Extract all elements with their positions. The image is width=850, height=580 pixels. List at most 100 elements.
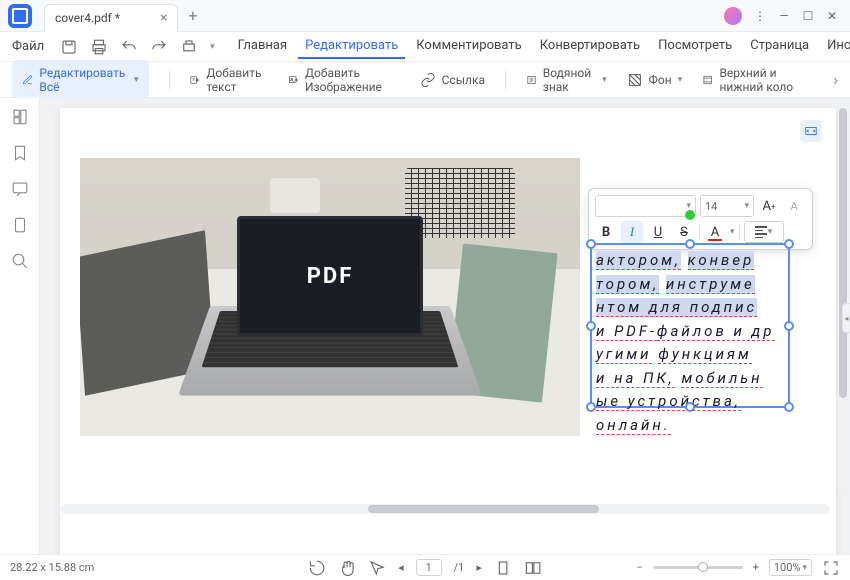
edit-all-label: Редактировать Всё (39, 66, 128, 94)
maximize-icon[interactable]: ☐ (802, 10, 814, 22)
resize-handle-r[interactable] (784, 321, 794, 331)
zoom-value-select[interactable]: 100%▾ (769, 559, 812, 576)
select-tool-icon[interactable] (368, 559, 386, 577)
add-text-button[interactable]: Добавить текст (189, 66, 268, 94)
resize-handle-t[interactable] (685, 239, 695, 249)
fullscreen-icon[interactable] (822, 559, 840, 577)
left-sidebar (0, 98, 40, 554)
scrollbar-thumb[interactable] (368, 505, 599, 513)
link-label: Ссылка (442, 73, 485, 87)
thumbnails-icon[interactable] (11, 108, 29, 126)
print-icon[interactable] (90, 38, 108, 56)
two-page-icon[interactable] (524, 559, 542, 577)
add-text-label: Добавить текст (206, 66, 267, 94)
underline-button[interactable]: U (647, 221, 669, 243)
background-button[interactable]: Фон ▾ (627, 72, 683, 88)
increase-font-icon[interactable]: A+ (758, 195, 780, 217)
chevron-down-icon: ▾ (602, 75, 607, 85)
printer-icon[interactable] (180, 38, 198, 56)
page-total: /1 (454, 561, 465, 574)
redo-icon[interactable] (150, 38, 168, 56)
divider (505, 70, 506, 90)
right-panel-collapse[interactable]: ◂ (842, 303, 850, 333)
zoom-slider-thumb[interactable] (698, 562, 708, 572)
watermark-label: Водяной знак (543, 66, 596, 94)
prev-page-icon[interactable]: ◂ (398, 561, 404, 574)
add-image-button[interactable]: Добавить Изображение (288, 66, 400, 94)
window-close-icon[interactable]: ✕ (826, 10, 838, 22)
menu-edit[interactable]: Редактировать (298, 34, 405, 59)
app-logo[interactable] (8, 4, 32, 28)
header-footer-label: Верхний и нижний коло (719, 66, 813, 94)
chevron-down-icon[interactable]: ▾ (730, 227, 735, 237)
font-color-button[interactable]: A (704, 221, 726, 243)
hand-tool-icon[interactable] (338, 559, 356, 577)
minimize-icon[interactable]: — (778, 10, 790, 22)
add-image-label: Добавить Изображение (305, 66, 400, 94)
menu-convert[interactable]: Конвертировать (533, 34, 647, 59)
search-icon[interactable] (11, 252, 29, 270)
chevron-down-icon[interactable]: ▾ (210, 42, 215, 52)
embedded-image[interactable]: PDF (80, 158, 580, 436)
divider (739, 224, 740, 240)
rotate-ccw-icon[interactable] (308, 559, 326, 577)
close-tab-icon[interactable]: × (160, 10, 167, 26)
menu-tools[interactable]: Инструменты (820, 34, 850, 59)
header-footer-button[interactable]: Верхний и нижний коло (702, 66, 813, 94)
menu-comment[interactable]: Комментировать (409, 34, 528, 59)
resize-handle-tl[interactable] (586, 239, 596, 249)
resize-handle-l[interactable] (586, 321, 596, 331)
zoom-slider[interactable] (653, 566, 743, 569)
edit-all-button[interactable]: Редактировать Всё ▾ (12, 60, 149, 100)
pdf-page[interactable]: PDF ▾ 14▾ A+ A- B I U S A ▾ (60, 108, 836, 554)
italic-button[interactable]: I (621, 221, 643, 243)
background-label: Фон (649, 73, 672, 87)
image-overlay-text: PDF (307, 264, 354, 289)
user-avatar[interactable] (724, 7, 742, 25)
chevron-down-icon: ▾ (134, 75, 139, 85)
horizontal-scrollbar[interactable] (60, 504, 830, 514)
zoom-in-icon[interactable]: + (753, 561, 759, 574)
scrollbar-thumb[interactable] (839, 108, 847, 398)
divider (699, 224, 700, 240)
divider (169, 70, 170, 90)
resize-handle-br[interactable] (784, 402, 794, 412)
menu-page[interactable]: Страница (743, 34, 816, 59)
tab-title: cover4.pdf * (55, 11, 120, 25)
text-edit-box[interactable]: актором, конвер тором, инструме нтом для… (590, 243, 790, 408)
add-tab-button[interactable]: + (188, 6, 197, 25)
zoom-out-icon[interactable]: − (636, 561, 642, 574)
save-icon[interactable] (60, 38, 78, 56)
text-format-toolbar: ▾ 14▾ A+ A- B I U S A ▾ ▾ (588, 188, 813, 250)
cursor-dimensions: 28.22 x 15.88 cm (10, 561, 94, 574)
menu-home[interactable]: Главная (231, 34, 294, 59)
resize-handle-tr[interactable] (784, 239, 794, 249)
vertical-scrollbar[interactable] (838, 108, 848, 494)
canvas: PDF ▾ 14▾ A+ A- B I U S A ▾ (40, 98, 850, 554)
link-button[interactable]: Ссылка (420, 72, 485, 88)
single-page-icon[interactable] (494, 559, 512, 577)
font-size-select[interactable]: 14▾ (700, 195, 754, 217)
rotate-handle[interactable] (685, 210, 695, 220)
bookmark-icon[interactable] (11, 144, 29, 162)
font-family-select[interactable]: ▾ (595, 195, 696, 217)
undo-icon[interactable] (120, 38, 138, 56)
resize-handle-bl[interactable] (586, 402, 596, 412)
align-button[interactable]: ▾ (744, 221, 784, 243)
font-size-value: 14 (705, 200, 717, 213)
comment-icon[interactable] (11, 180, 29, 198)
resize-handle-b[interactable] (685, 402, 695, 412)
kebab-menu-icon[interactable]: ⋮ (754, 10, 766, 22)
decrease-font-icon[interactable]: A- (784, 195, 806, 217)
fit-page-icon[interactable] (800, 120, 822, 142)
attachment-icon[interactable] (11, 216, 29, 234)
next-page-icon[interactable]: ▸ (476, 561, 482, 574)
toolbar-overflow-icon[interactable]: › (833, 70, 838, 89)
file-menu[interactable]: Файл (8, 39, 48, 54)
page-number-input[interactable]: 1 (416, 559, 442, 576)
watermark-button[interactable]: Водяной знак ▾ (526, 66, 607, 94)
menu-view[interactable]: Посмотреть (651, 34, 739, 59)
bold-button[interactable]: B (595, 221, 617, 243)
document-tab[interactable]: cover4.pdf * × (44, 4, 178, 32)
chevron-down-icon: ▾ (678, 75, 683, 85)
